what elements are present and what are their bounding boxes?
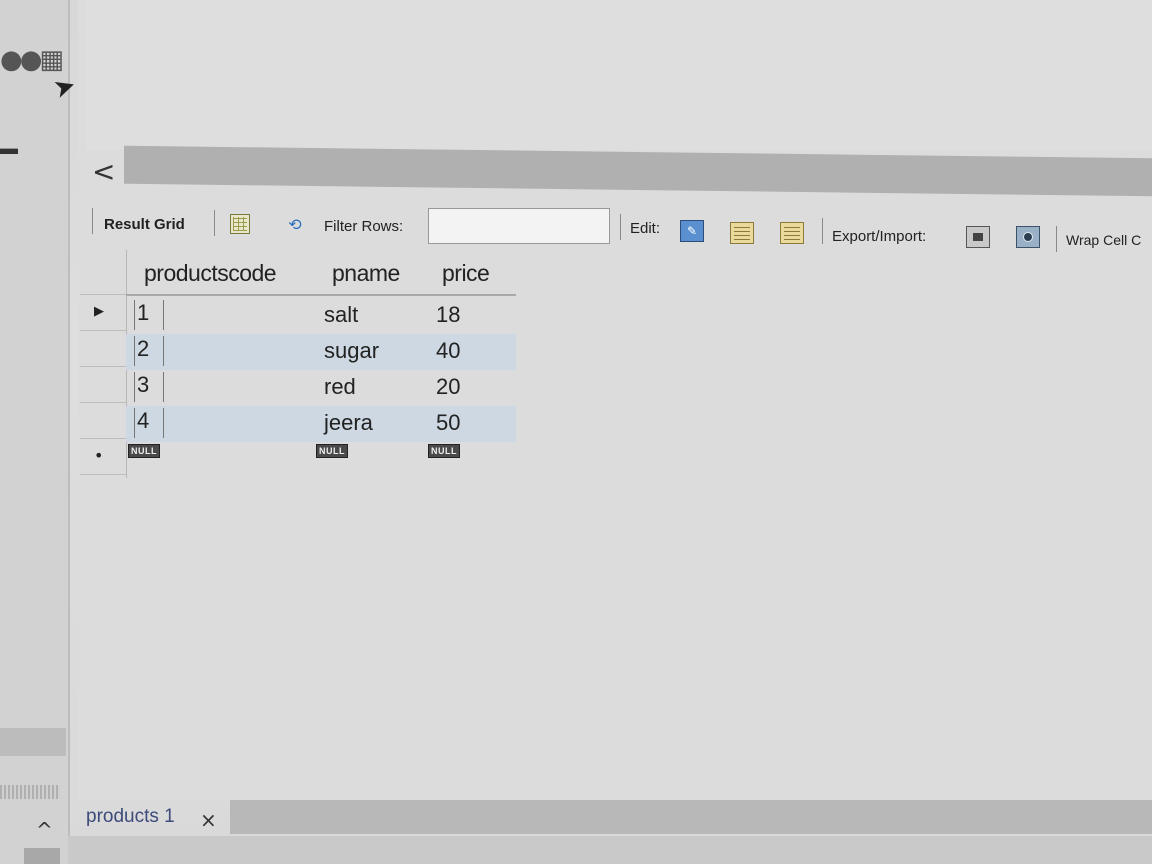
null-badge-pname[interactable]: NULL: [316, 444, 348, 458]
null-badge-price[interactable]: NULL: [428, 444, 460, 458]
cell-pname[interactable]: sugar: [324, 338, 379, 364]
filter-rows-input[interactable]: [428, 208, 610, 244]
row-header-corner: [80, 250, 126, 295]
left-edge-mark: ▬: [0, 138, 18, 158]
table-row[interactable]: 4 jeera 50: [126, 406, 516, 442]
result-grid-label[interactable]: Result Grid: [104, 216, 185, 233]
toolbar-separator: [620, 214, 621, 240]
cell-productscode[interactable]: 1: [134, 300, 164, 330]
result-tab-bar: [230, 800, 1152, 834]
refresh-icon[interactable]: ⟲: [284, 214, 306, 234]
new-row-dot-icon: •: [94, 446, 104, 465]
null-badge-productscode[interactable]: NULL: [128, 444, 160, 458]
toolbar-separator: [92, 208, 93, 234]
delete-row-icon[interactable]: [780, 222, 804, 244]
column-header-price[interactable]: price: [442, 260, 490, 287]
cell-productscode[interactable]: 4: [134, 408, 164, 438]
output-panel-strip: [68, 836, 1152, 864]
toolbar-separator: [822, 218, 823, 244]
query-editor-area[interactable]: [86, 0, 1152, 150]
cell-price[interactable]: 20: [436, 374, 460, 400]
filter-rows-label: Filter Rows:: [324, 218, 404, 235]
left-panel-bar: [0, 728, 66, 756]
cell-price[interactable]: 50: [436, 410, 460, 436]
cell-pname[interactable]: salt: [324, 302, 358, 328]
toolbar-separator: [214, 210, 215, 236]
collapse-up-chevron-icon[interactable]: ^: [36, 818, 53, 842]
row-header[interactable]: [80, 402, 126, 439]
wrap-cell-content-label[interactable]: Wrap Cell C: [1066, 232, 1141, 248]
cell-pname[interactable]: red: [324, 374, 356, 400]
row-header[interactable]: [80, 366, 126, 403]
grid-form-icon[interactable]: [230, 214, 250, 234]
left-toolbar-icons: ●●▦ ➤: [0, 45, 90, 105]
close-tab-icon[interactable]: ×: [200, 808, 217, 832]
circle-icon[interactable]: ●: [0, 45, 23, 75]
row-header[interactable]: ▶: [80, 294, 126, 331]
export-icon[interactable]: [966, 226, 990, 248]
row-header-column: ▶ •: [80, 250, 127, 478]
cell-productscode[interactable]: 3: [134, 372, 164, 402]
column-header-productscode[interactable]: productscode: [144, 260, 277, 287]
toolbar-separator: [1056, 226, 1057, 252]
current-row-arrow-icon: ▶: [94, 304, 104, 319]
cell-price[interactable]: 18: [436, 302, 460, 328]
result-toolbar: Result Grid ⟲ Filter Rows: Edit: ✎ Expor…: [90, 208, 1152, 252]
row-header[interactable]: •: [80, 438, 126, 475]
left-bottom-block: [24, 848, 60, 864]
grid-header: productscode pname price: [126, 250, 516, 296]
back-chevron-icon[interactable]: <: [92, 155, 115, 188]
add-row-icon[interactable]: [730, 222, 754, 244]
edit-label: Edit:: [630, 220, 661, 237]
cell-pname[interactable]: jeera: [324, 410, 373, 436]
table-icon[interactable]: ▦: [39, 45, 64, 75]
left-panel-splitter[interactable]: [0, 785, 60, 799]
cell-price[interactable]: 40: [436, 338, 460, 364]
stop-icon[interactable]: ●: [20, 45, 43, 75]
table-row[interactable]: 2 sugar 40: [126, 334, 516, 370]
cell-productscode[interactable]: 2: [134, 336, 164, 366]
table-row[interactable]: 1 salt 18: [126, 298, 516, 334]
column-header-pname[interactable]: pname: [332, 260, 400, 287]
import-icon[interactable]: [1016, 226, 1040, 248]
row-header[interactable]: [80, 330, 126, 367]
export-import-label: Export/Import:: [832, 228, 927, 245]
result-tab-products-1[interactable]: products 1: [86, 806, 175, 828]
table-row[interactable]: 3 red 20: [126, 370, 516, 406]
edit-row-icon[interactable]: ✎: [680, 220, 704, 242]
workbench-window: ●●▦ ➤ ▬ ^ < Result Grid ⟲ Filter Rows: E…: [0, 0, 1152, 864]
